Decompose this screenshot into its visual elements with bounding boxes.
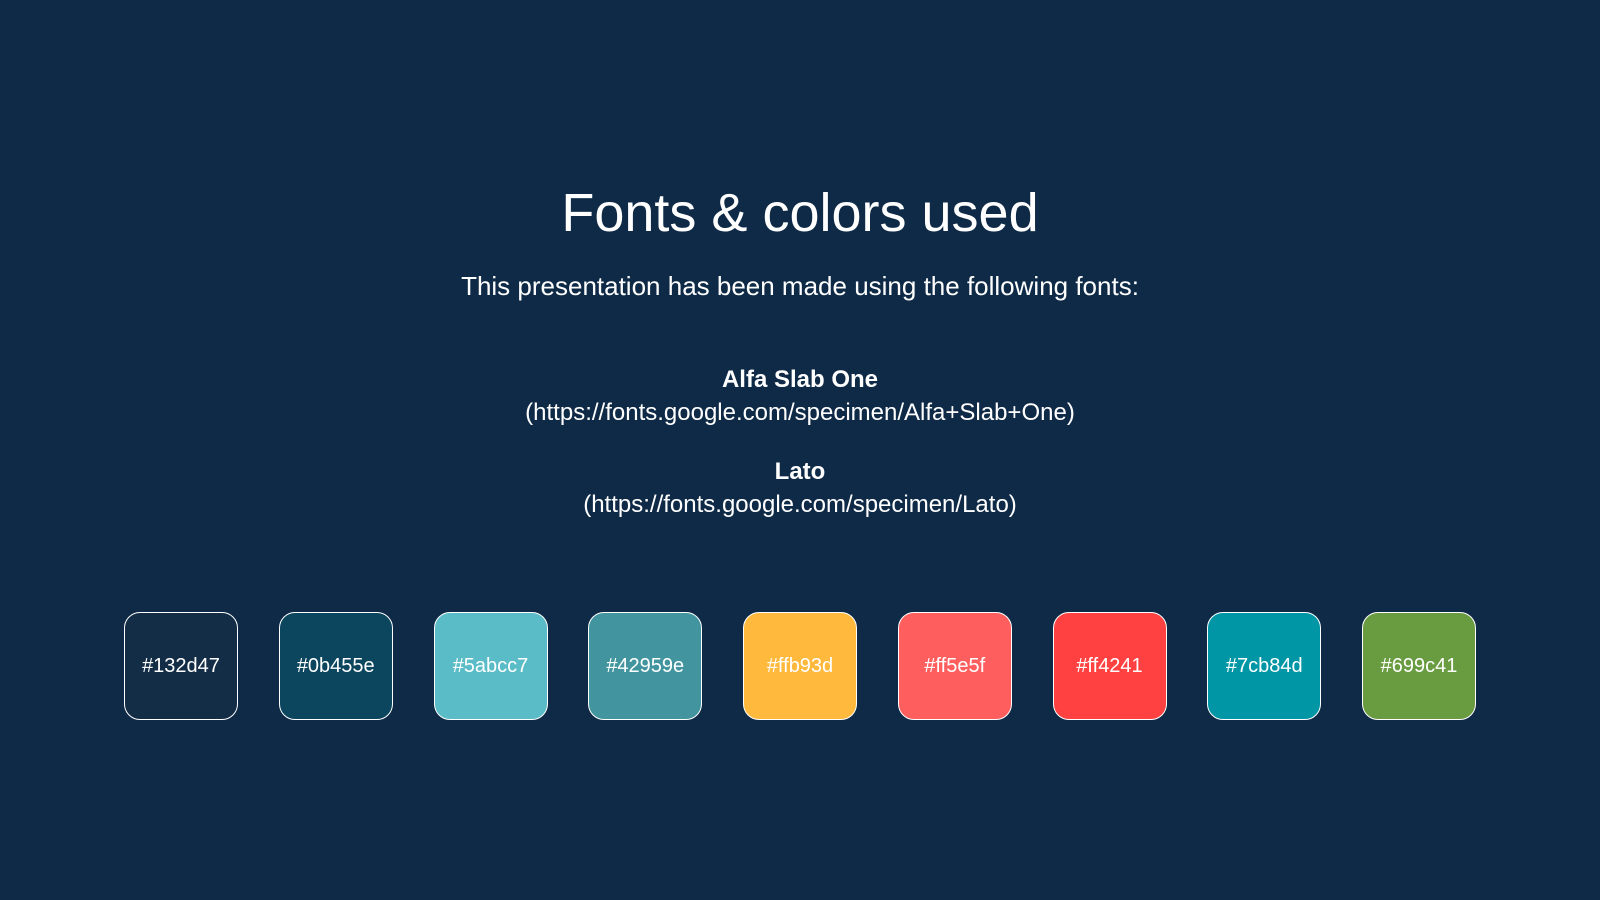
font-name: Alfa Slab One bbox=[721, 366, 879, 393]
slide-title: Fonts & colors used bbox=[561, 183, 1039, 243]
swatch-label: #ff5e5f bbox=[924, 654, 986, 677]
color-swatch-row: #132d47 #0b455e #5abcc7 #42959e #ffb93d … bbox=[124, 612, 1476, 722]
color-swatch: #ff5e5f bbox=[897, 612, 1012, 720]
color-swatch: #5abcc7 bbox=[433, 612, 548, 720]
color-swatch: #132d47 bbox=[124, 612, 238, 720]
font-url: (https://fonts.google.com/specimen/Lato) bbox=[583, 491, 1017, 518]
swatch-label: #0b455e bbox=[296, 654, 375, 677]
color-swatch: #0b455e bbox=[278, 612, 393, 720]
swatch-label: #699c41 bbox=[1380, 654, 1458, 677]
color-swatch: #ffb93d bbox=[743, 612, 857, 720]
font-name: Lato bbox=[774, 458, 826, 485]
font-url: (https://fonts.google.com/specimen/Alfa+… bbox=[525, 399, 1075, 426]
swatch-label: #5abcc7 bbox=[452, 654, 529, 677]
color-swatch: #699c41 bbox=[1362, 612, 1476, 720]
swatch-label: #132d47 bbox=[142, 654, 220, 677]
swatch-label: #7cb84d bbox=[1225, 654, 1303, 677]
slide-subtitle: This presentation has been made using th… bbox=[461, 271, 1139, 301]
swatch-label: #ff4241 bbox=[1076, 654, 1143, 677]
font-entry-alfa-slab-one: Alfa Slab One (https://fonts.google.com/… bbox=[0, 364, 1600, 430]
slide: Fonts & colors used This presentation ha… bbox=[0, 0, 1600, 900]
swatch-label: #42959e bbox=[606, 654, 685, 677]
font-entry-lato: Lato (https://fonts.google.com/specimen/… bbox=[0, 456, 1600, 522]
color-swatch: #7cb84d bbox=[1207, 612, 1322, 720]
swatch-label: #ffb93d bbox=[766, 654, 834, 677]
color-swatch: #42959e bbox=[588, 612, 703, 720]
color-swatch: #ff4241 bbox=[1052, 612, 1167, 720]
